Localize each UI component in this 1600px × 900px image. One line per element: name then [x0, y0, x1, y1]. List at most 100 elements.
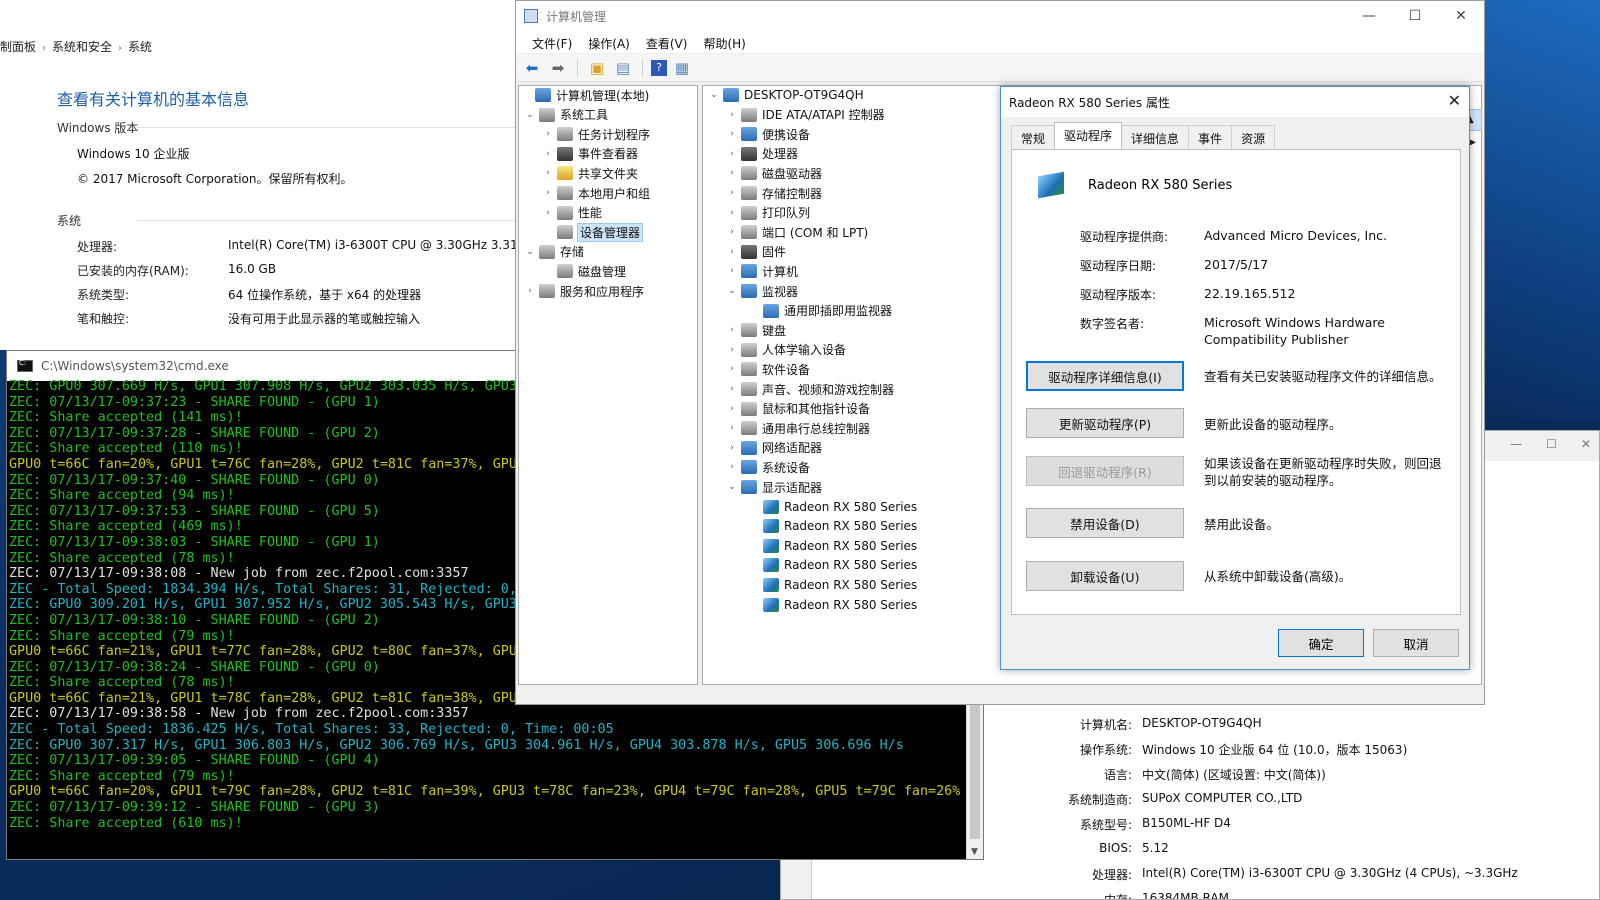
- forward-arrow-icon[interactable]: ➡: [547, 58, 569, 78]
- tree-node[interactable]: › 便携设备: [725, 124, 810, 144]
- tree-node[interactable]: › 固件: [725, 242, 786, 262]
- tree-node[interactable]: › 声音、视频和游戏控制器: [725, 379, 894, 399]
- tree-node[interactable]: › 性能: [541, 203, 602, 223]
- tree-node[interactable]: › 端口 (COM 和 LPT): [725, 222, 868, 242]
- tree-node[interactable]: › 鼠标和其他指针设备: [725, 399, 870, 419]
- chevron-right-icon[interactable]: ›: [725, 364, 739, 374]
- cm-titlebar[interactable]: 计算机管理: [516, 1, 1484, 31]
- tree-node[interactable]: ⌄ 存储: [523, 242, 584, 262]
- tree-node[interactable]: › 网络适配器: [725, 438, 822, 458]
- chevron-right-icon[interactable]: ›: [725, 404, 739, 414]
- chevron-right-icon[interactable]: ›: [541, 208, 555, 218]
- tab-events[interactable]: 事件: [1188, 125, 1233, 149]
- tree-node[interactable]: › 存储控制器: [725, 183, 822, 203]
- chevron-down-icon[interactable]: ⌄: [725, 482, 739, 492]
- chevron-right-icon[interactable]: ›: [725, 325, 739, 335]
- chevron-down-icon[interactable]: ⌄: [725, 286, 739, 296]
- chevron-right-icon[interactable]: ›: [541, 188, 555, 198]
- tree-node[interactable]: › 任务计划程序: [541, 124, 650, 144]
- update-driver-button[interactable]: 更新驱动程序(P): [1026, 408, 1184, 438]
- scroll-down-icon[interactable]: ▼: [971, 847, 978, 857]
- tree-node[interactable]: ⌄ DESKTOP-OT9G4QH: [707, 85, 864, 105]
- tree-node[interactable]: 通用即插即用监视器: [747, 301, 892, 321]
- tree-node[interactable]: 磁盘管理: [541, 261, 626, 281]
- tree-node[interactable]: › 磁盘驱动器: [725, 163, 822, 183]
- tree-node[interactable]: › 本地用户和组: [541, 183, 650, 203]
- chevron-right-icon[interactable]: ›: [725, 443, 739, 453]
- chevron-right-icon[interactable]: ›: [725, 208, 739, 218]
- tree-node[interactable]: › 人体学输入设备: [725, 340, 846, 360]
- chevron-right-icon[interactable]: ›: [725, 247, 739, 257]
- show-hide-tree-icon[interactable]: ▤: [612, 58, 634, 78]
- tree-node[interactable]: › 打印队列: [725, 203, 810, 223]
- tree-node[interactable]: ⌄ 显示适配器: [725, 477, 822, 497]
- help-icon[interactable]: ?: [651, 59, 667, 76]
- tree-node[interactable]: Radeon RX 580 Series: [747, 536, 917, 556]
- dialog-titlebar[interactable]: Radeon RX 580 Series 属性: [1001, 87, 1469, 117]
- tree-node[interactable]: › 通用串行总线控制器: [725, 418, 870, 438]
- menu-file[interactable]: 文件(F): [524, 31, 580, 53]
- menu-action[interactable]: 操作(A): [580, 31, 638, 53]
- chevron-right-icon[interactable]: ›: [725, 188, 739, 198]
- breadcrumb-system[interactable]: 系统: [128, 40, 152, 54]
- ok-button[interactable]: 确定: [1278, 629, 1364, 657]
- tree-node[interactable]: Radeon RX 580 Series: [747, 516, 917, 536]
- tab-resources[interactable]: 资源: [1231, 125, 1276, 149]
- chevron-down-icon[interactable]: ⌄: [523, 110, 537, 120]
- maximize-icon[interactable]: ☐: [1546, 437, 1557, 451]
- chevron-right-icon[interactable]: ›: [541, 149, 555, 159]
- tree-node[interactable]: › 软件设备: [725, 359, 810, 379]
- tree-node[interactable]: › 事件查看器: [541, 144, 638, 164]
- chevron-right-icon[interactable]: ›: [725, 149, 739, 159]
- chevron-right-icon[interactable]: ›: [523, 286, 537, 296]
- menu-view[interactable]: 查看(V): [638, 31, 696, 53]
- tree-node[interactable]: ⌄ 监视器: [725, 281, 798, 301]
- chevron-right-icon[interactable]: ›: [725, 462, 739, 472]
- up-folder-icon[interactable]: ▣: [586, 58, 608, 78]
- tree-node[interactable]: 计算机管理(本地): [519, 85, 649, 105]
- tree-node[interactable]: Radeon RX 580 Series: [747, 497, 917, 517]
- tab-general[interactable]: 常规: [1011, 125, 1056, 149]
- tree-node[interactable]: ⌄ 系统工具: [523, 105, 608, 125]
- tree-node[interactable]: › 共享文件夹: [541, 163, 638, 183]
- back-arrow-icon[interactable]: ⬅: [521, 58, 543, 78]
- chevron-right-icon[interactable]: ›: [725, 110, 739, 120]
- tree-node[interactable]: › 处理器: [725, 144, 798, 164]
- minimize-icon[interactable]: —: [1346, 1, 1392, 31]
- tree-node[interactable]: › 服务和应用程序: [523, 281, 644, 301]
- chevron-right-icon[interactable]: ›: [541, 168, 555, 178]
- disable-device-button[interactable]: 禁用设备(D): [1026, 508, 1184, 538]
- tree-node[interactable]: › IDE ATA/ATAPI 控制器: [725, 105, 885, 125]
- properties-icon[interactable]: ▦: [671, 58, 693, 78]
- driver-details-button[interactable]: 驱动程序详细信息(I): [1026, 361, 1184, 391]
- tree-node[interactable]: › 键盘: [725, 320, 786, 340]
- tab-details[interactable]: 详细信息: [1121, 125, 1190, 149]
- close-icon[interactable]: ✕: [1448, 91, 1461, 110]
- chevron-right-icon[interactable]: ›: [725, 129, 739, 139]
- chevron-right-icon[interactable]: ›: [725, 384, 739, 394]
- minimize-icon[interactable]: —: [1510, 437, 1522, 451]
- close-icon[interactable]: ✕: [1581, 437, 1591, 451]
- chevron-right-icon[interactable]: ›: [725, 168, 739, 178]
- tree-node[interactable]: Radeon RX 580 Series: [747, 575, 917, 595]
- tree-node[interactable]: › 计算机: [725, 261, 798, 281]
- breadcrumb-control-panel[interactable]: 制面板: [0, 40, 36, 54]
- chevron-down-icon[interactable]: ⌄: [523, 247, 537, 257]
- uninstall-device-button[interactable]: 卸载设备(U): [1026, 561, 1184, 591]
- chevron-right-icon[interactable]: ›: [725, 345, 739, 355]
- breadcrumb-security[interactable]: 系统和安全: [52, 40, 112, 54]
- close-icon[interactable]: ✕: [1438, 1, 1484, 31]
- chevron-right-icon[interactable]: ›: [725, 266, 739, 276]
- tree-node[interactable]: Radeon RX 580 Series: [747, 555, 917, 575]
- rollback-driver-button[interactable]: 回退驱动程序(R): [1026, 456, 1184, 486]
- maximize-icon[interactable]: ☐: [1392, 1, 1438, 31]
- chevron-right-icon[interactable]: ›: [725, 227, 739, 237]
- tree-node[interactable]: 设备管理器: [541, 222, 644, 242]
- tree-node[interactable]: Radeon RX 580 Series: [747, 595, 917, 615]
- tree-node[interactable]: › 系统设备: [725, 457, 810, 477]
- chevron-right-icon[interactable]: ›: [541, 129, 555, 139]
- tab-driver[interactable]: 驱动程序: [1054, 122, 1123, 149]
- chevron-right-icon[interactable]: ›: [725, 423, 739, 433]
- chevron-down-icon[interactable]: ⌄: [707, 90, 721, 100]
- cancel-button[interactable]: 取消: [1373, 629, 1459, 657]
